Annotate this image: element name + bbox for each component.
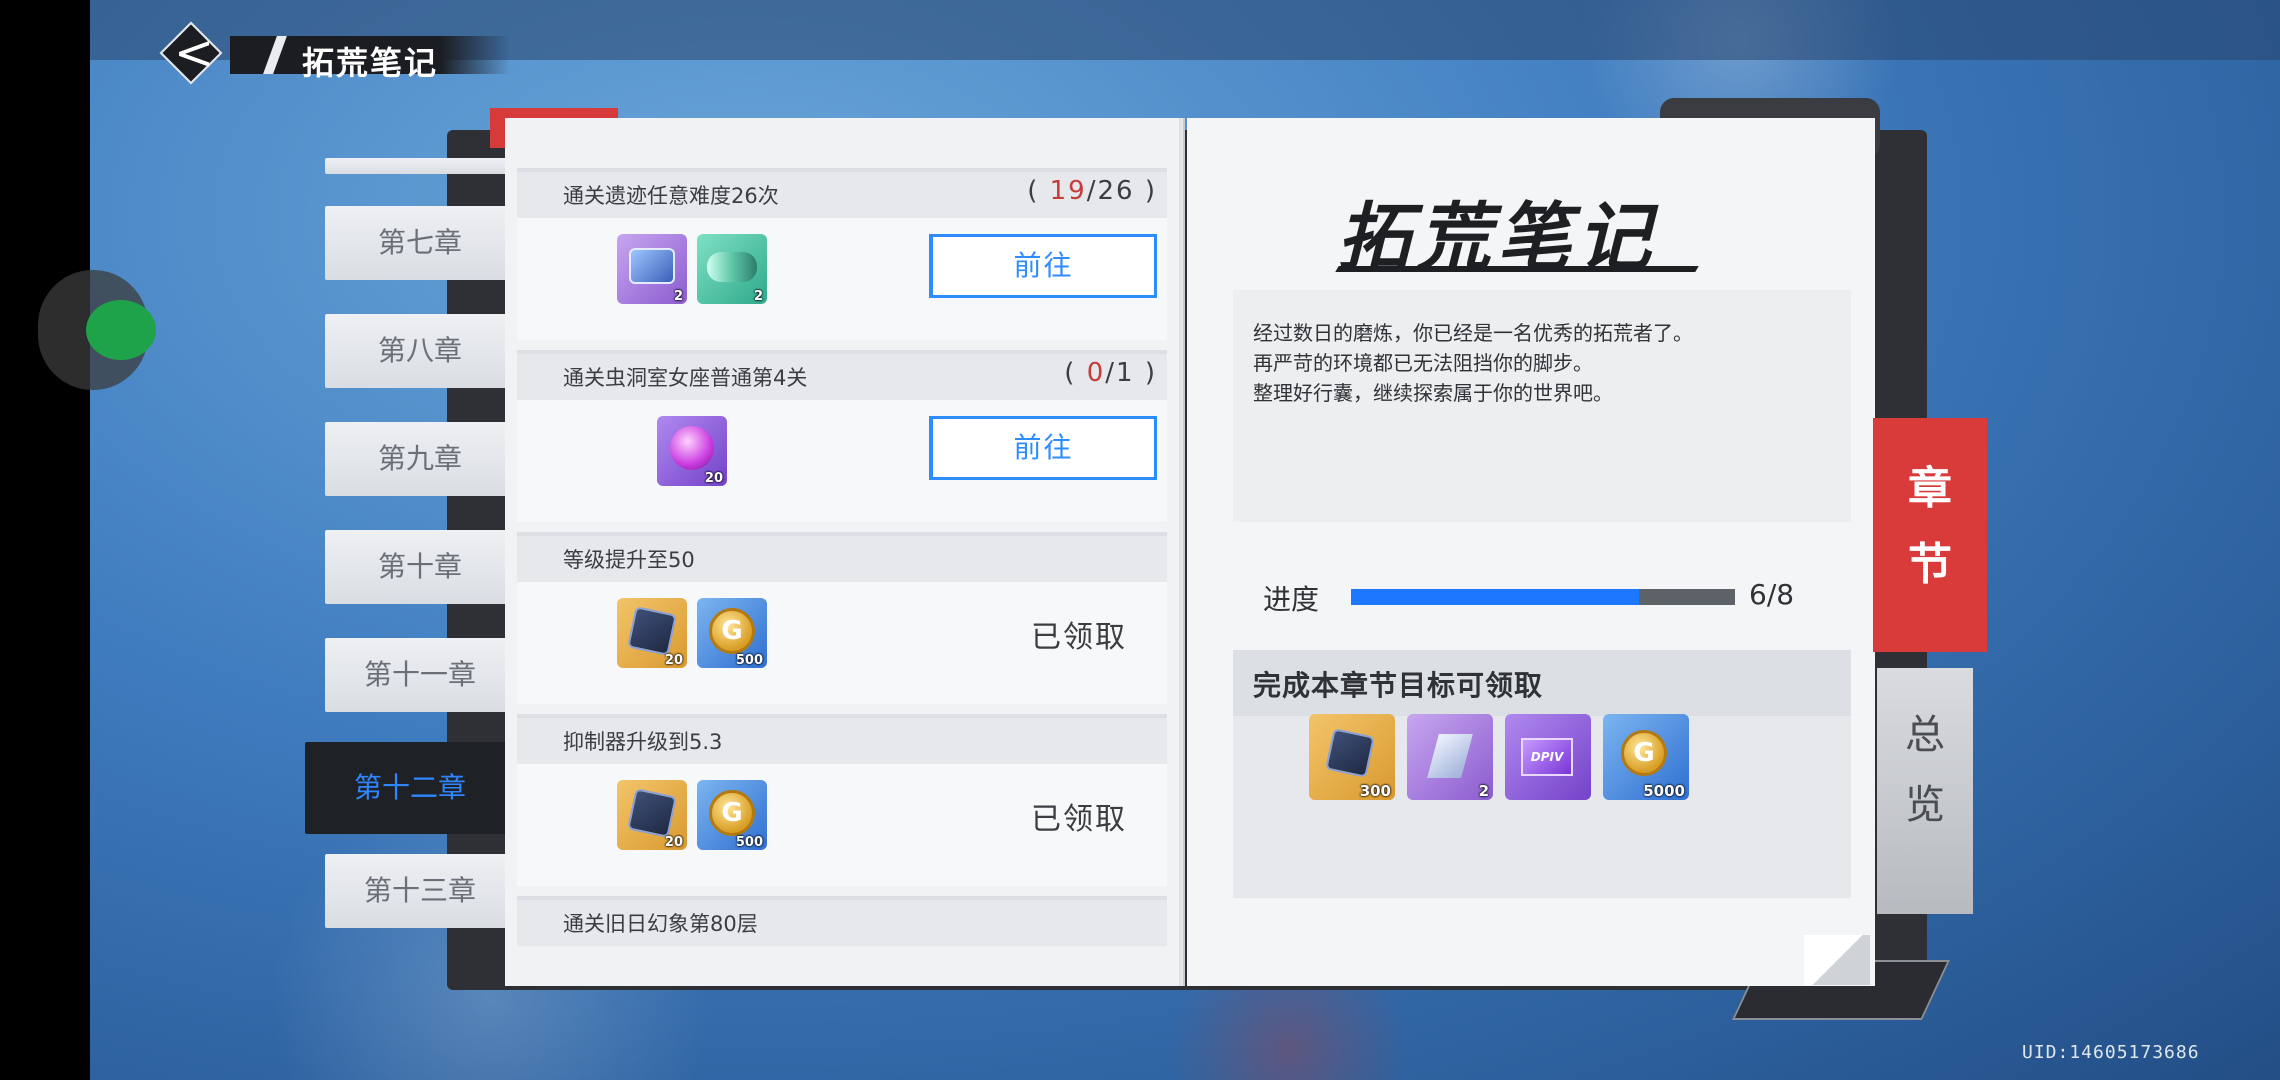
reward-item[interactable]: 20 xyxy=(617,598,687,668)
chapter-tab-stub xyxy=(325,158,515,174)
reward-count: 5000 xyxy=(1643,782,1685,800)
task-header: 等级提升至50 xyxy=(517,532,1167,582)
side-tab-chapter-char: 节 xyxy=(1908,539,1952,590)
claimed-status: 已领取 xyxy=(1031,620,1127,655)
task-header: 通关旧日幻象第80层 xyxy=(517,896,1167,946)
task-item: 通关旧日幻象第80层 xyxy=(517,896,1167,946)
title-underline xyxy=(1335,266,1699,272)
task-header: 通关虫洞室女座普通第4关 ( 0/1 ) xyxy=(517,350,1167,400)
reward-item[interactable]: 20 xyxy=(617,780,687,850)
goto-button[interactable]: 前往 xyxy=(929,234,1157,298)
side-tab-overview-char: 览 xyxy=(1905,782,1945,828)
reward-count: 300 xyxy=(1359,782,1391,800)
task-progress-current: 0 xyxy=(1086,358,1106,388)
dark-cube-icon xyxy=(627,788,677,838)
chapter-summary-page: 拓荒笔记 经过数日的磨炼，你已经是一名优秀的拓荒者了。 再严苛的环境都已无法阻挡… xyxy=(1187,118,1875,986)
side-tab-chapter-char: 章 xyxy=(1908,463,1952,514)
reward-item[interactable]: 2 xyxy=(617,234,687,304)
crystal-shard-icon xyxy=(1427,734,1473,778)
reward-item[interactable]: 20 xyxy=(657,416,727,486)
task-progress-total: 1 xyxy=(1116,358,1135,388)
reward-count: 20 xyxy=(664,653,683,668)
side-tab-chapter[interactable]: 章 节 xyxy=(1873,418,1987,652)
gold-coin-icon: G xyxy=(1621,730,1667,776)
progress-bar xyxy=(1351,589,1735,605)
task-header: 通关遗迹任意难度26次 ( 19/26 ) xyxy=(517,168,1167,218)
page-curl xyxy=(1804,935,1870,985)
task-body: 2 2 前往 xyxy=(517,218,1167,340)
reward-item[interactable]: G 500 xyxy=(697,780,767,850)
floating-assistant-ball[interactable] xyxy=(38,270,156,390)
task-header: 抑制器升级到5.3 xyxy=(517,714,1167,764)
dark-cube-icon xyxy=(1325,728,1375,778)
chapter-description: 经过数日的磨炼，你已经是一名优秀的拓荒者了。 再严苛的环境都已无法阻挡你的脚步。… xyxy=(1233,290,1851,522)
chapter-tab-7[interactable]: 第七章 xyxy=(325,206,515,280)
task-progress: ( 0/1 ) xyxy=(1064,358,1157,388)
reward-item[interactable]: 2 xyxy=(1407,714,1493,800)
chapter-tab-10[interactable]: 第十章 xyxy=(325,530,515,604)
task-title: 通关旧日幻象第80层 xyxy=(563,912,758,936)
gold-coin-icon: G xyxy=(709,608,755,654)
reward-item[interactable]: G 5000 xyxy=(1603,714,1689,800)
task-progress-total: 26 xyxy=(1097,176,1135,206)
task-body: 20 G 500 已领取 xyxy=(517,764,1167,886)
task-body: 20 G 500 已领取 xyxy=(517,582,1167,704)
chapter-reward-list: 300 2 DPIV G 5000 xyxy=(1233,714,1851,898)
task-title: 抑制器升级到5.3 xyxy=(563,730,723,754)
reward-count: 2 xyxy=(1478,782,1489,800)
reward-count: 20 xyxy=(664,835,683,850)
header: < 拓荒笔记 xyxy=(159,21,520,85)
chapter-tab-12-active[interactable]: 第十二章 xyxy=(305,742,515,834)
side-tab-overview-char: 总 xyxy=(1905,712,1945,758)
description-line: 再严苛的环境都已无法阻挡你的脚步。 xyxy=(1253,351,1593,375)
task-title: 通关虫洞室女座普通第4关 xyxy=(563,366,808,390)
task-title: 等级提升至50 xyxy=(563,548,695,572)
progress-fill xyxy=(1351,589,1639,605)
description-line: 经过数日的磨炼，你已经是一名优秀的拓荒者了。 xyxy=(1253,321,1693,345)
description-line: 整理好行囊，继续探索属于你的世界吧。 xyxy=(1253,381,1613,405)
reward-count: 500 xyxy=(735,835,763,850)
reward-item[interactable]: DPIV xyxy=(1505,714,1591,800)
task-item: 等级提升至50 20 G 500 已领取 xyxy=(517,532,1167,704)
reward-item[interactable]: 2 xyxy=(697,234,767,304)
chapter-tab-9[interactable]: 第九章 xyxy=(325,422,515,496)
blue-crate-icon xyxy=(629,248,675,284)
purple-orb-icon xyxy=(670,426,714,470)
page-title: 拓荒笔记 xyxy=(302,44,439,82)
task-progress-current: 19 xyxy=(1049,176,1087,206)
side-tab-overview[interactable]: 总 览 xyxy=(1877,668,1973,914)
reward-item[interactable]: 300 xyxy=(1309,714,1395,800)
teal-capsule-icon xyxy=(707,252,757,282)
gold-coin-icon: G xyxy=(709,790,755,836)
reward-item[interactable]: G 500 xyxy=(697,598,767,668)
task-item: 抑制器升级到5.3 20 G 500 已领取 xyxy=(517,714,1167,886)
chapter-reward-box: 完成本章节目标可领取 300 2 DPIV G 5000 xyxy=(1233,650,1851,898)
chapter-reward-title: 完成本章节目标可领取 xyxy=(1253,669,1544,702)
task-progress: ( 19/26 ) xyxy=(1027,176,1157,206)
task-body: 20 前往 xyxy=(517,400,1167,522)
dpiv-card-icon: DPIV xyxy=(1521,738,1573,776)
reward-count: 2 xyxy=(673,289,683,304)
progress-text: 6/8 xyxy=(1749,578,1795,611)
task-item: 通关虫洞室女座普通第4关 ( 0/1 ) 20 前往 xyxy=(517,350,1167,522)
goto-button[interactable]: 前往 xyxy=(929,416,1157,480)
dark-cube-icon xyxy=(627,606,677,656)
chapter-tab-13[interactable]: 第十三章 xyxy=(325,854,515,928)
task-title: 通关遗迹任意难度26次 xyxy=(563,184,779,208)
chapter-reward-header: 完成本章节目标可领取 xyxy=(1233,650,1851,716)
claimed-status: 已领取 xyxy=(1031,802,1127,837)
task-list-page: 通关遗迹任意难度26次 ( 19/26 ) 2 2 前往 通关虫洞室女座普通第4… xyxy=(505,118,1187,986)
task-item: 通关遗迹任意难度26次 ( 19/26 ) 2 2 前往 xyxy=(517,168,1167,340)
progress-label: 进度 xyxy=(1263,583,1320,616)
reward-count: 500 xyxy=(735,653,763,668)
assistant-dot-icon xyxy=(86,300,156,360)
back-arrow-icon[interactable]: < xyxy=(174,26,214,80)
chapter-tab-8[interactable]: 第八章 xyxy=(325,314,515,388)
uid-label: UID:14605173686 xyxy=(2022,1042,2200,1063)
chapter-tab-11[interactable]: 第十一章 xyxy=(325,638,515,712)
reward-count: 2 xyxy=(753,289,763,304)
reward-count: 20 xyxy=(704,471,723,486)
